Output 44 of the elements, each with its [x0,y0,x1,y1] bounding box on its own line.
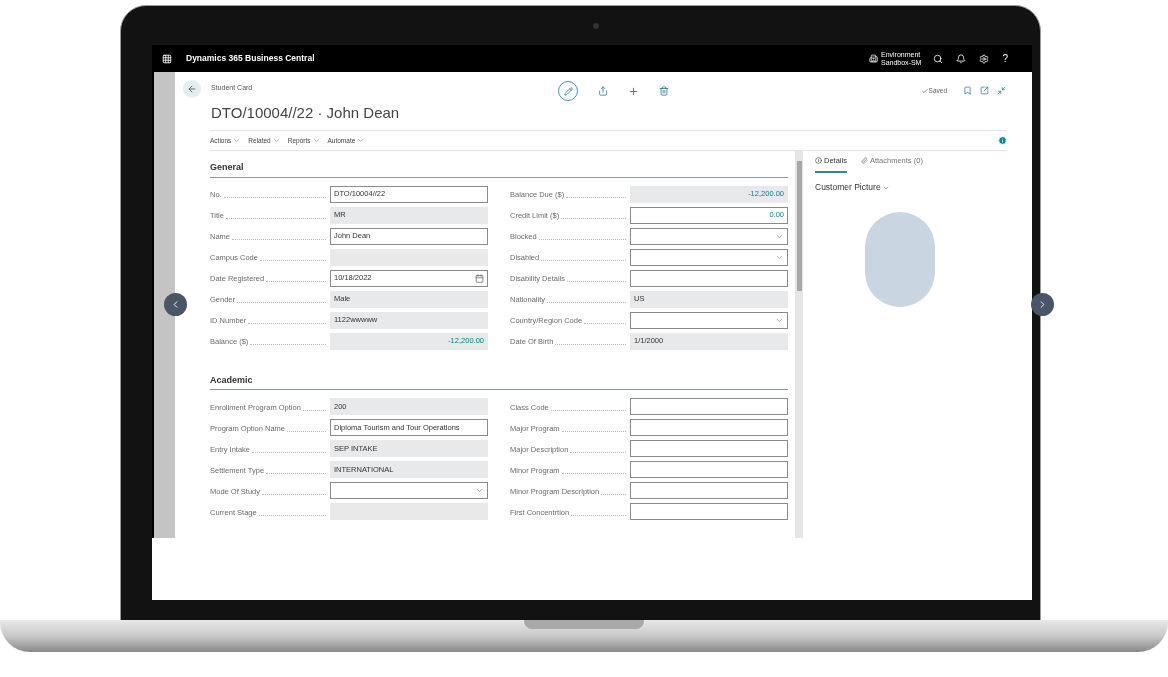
input-field[interactable] [630,461,788,478]
page-title: DTO/10004//22 · John Dean [211,102,401,123]
input-field[interactable] [630,482,788,499]
open-new-window-icon[interactable] [980,86,989,96]
chevron-down-icon [357,137,365,144]
input-field[interactable] [630,440,788,457]
building-icon [868,54,878,63]
input-field[interactable] [630,419,788,436]
input-field[interactable] [630,503,788,520]
chevron-down-icon[interactable] [475,486,484,495]
back-button[interactable] [183,80,201,98]
app-title: Dynamics 365 Business Central [186,52,315,65]
section-title: Academic [210,373,788,390]
chevron-down-icon [233,137,241,144]
delete-icon[interactable] [659,86,669,96]
chevron-down-icon [312,137,320,144]
calendar-icon[interactable] [475,273,484,283]
input-field[interactable] [630,398,788,415]
paperclip-icon [860,157,868,165]
check-icon [920,86,929,95]
camera-icon [593,23,599,29]
bell-icon[interactable] [956,53,967,64]
pencil-icon [563,86,573,96]
app-launcher-icon[interactable] [162,53,172,64]
help-button[interactable]: ? [1002,51,1008,66]
dropdown-field[interactable] [630,248,788,266]
scrollbar[interactable] [795,151,803,538]
next-button[interactable] [1031,293,1054,316]
back-icon [187,84,197,94]
input-field[interactable] [630,269,788,287]
share-icon[interactable] [598,86,608,96]
dropdown-field[interactable] [630,227,788,245]
search-icon[interactable] [933,53,944,64]
part-title[interactable]: Customer Picture [815,181,890,194]
section-title: General [210,161,788,178]
dropdown-field[interactable] [330,482,488,499]
add-icon[interactable] [628,85,639,97]
chevron-down-icon [272,137,280,144]
collapse-icon[interactable] [997,86,1006,96]
info-icon [815,157,822,165]
bookmark-icon[interactable] [963,86,972,96]
settings-icon[interactable] [979,53,990,64]
dropdown-field[interactable] [630,311,788,329]
info-icon[interactable] [998,136,1007,145]
